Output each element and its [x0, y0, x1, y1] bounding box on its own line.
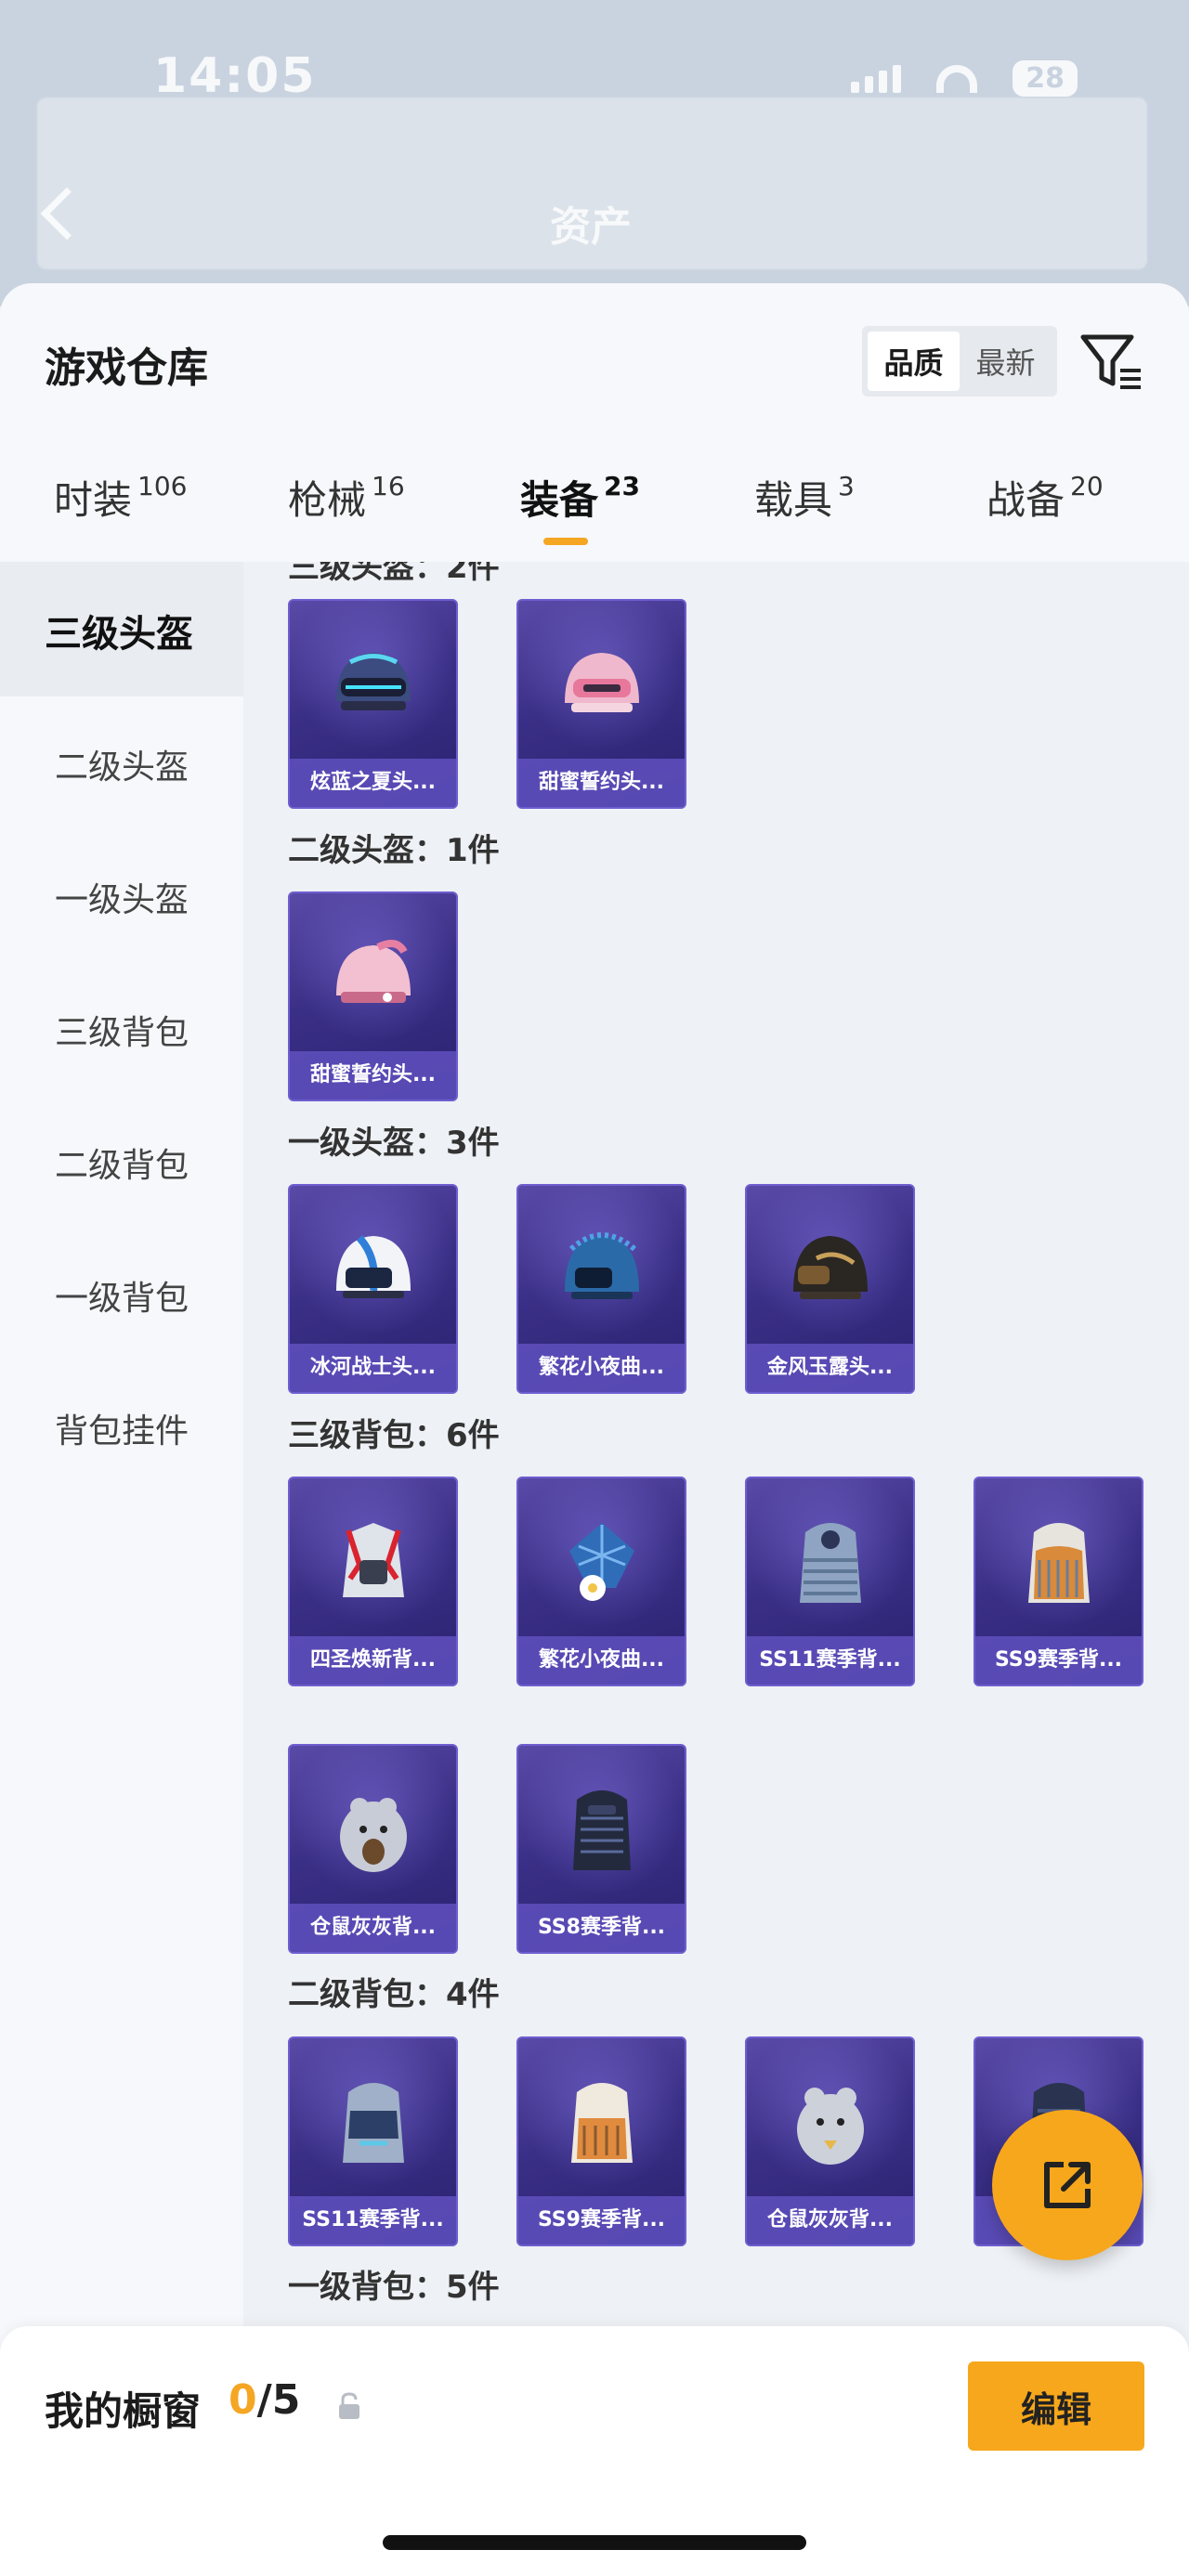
backpack-icon: [796, 2088, 864, 2166]
filter-icon[interactable]: [1079, 332, 1144, 393]
section-header: 三级头盔：2件: [288, 562, 500, 586]
showcase-title: 我的橱窗: [45, 2388, 202, 2434]
sidebar-item-lv3-helmet[interactable]: 三级头盔: [45, 604, 193, 657]
helmet-icon: [564, 653, 639, 713]
item-card[interactable]: 炫蓝之夏头...: [288, 599, 458, 809]
sidebar-item-lv2-helmet[interactable]: 二级头盔: [0, 740, 243, 788]
backpack-icon: [568, 1523, 634, 1602]
item-card[interactable]: SS9赛季背...: [973, 1477, 1143, 1686]
helmet-icon: [335, 1235, 411, 1299]
warehouse-sheet: 游戏仓库 品质 最新 时装 106 枪械 16 装备 23 载具 3 战备 20 三级头盔…: [0, 283, 1189, 2576]
sort-quality-button[interactable]: 品质: [868, 332, 960, 391]
category-tabs: 时装 106 枪械 16 装备 23 载具 3 战备 20: [0, 469, 1189, 562]
sidebar-item-backpack-charm[interactable]: 背包挂件: [0, 1404, 243, 1452]
helmet-icon: [335, 940, 411, 1004]
edit-button[interactable]: 编辑: [968, 2361, 1144, 2451]
battery-icon: 28: [1013, 60, 1078, 97]
item-card[interactable]: 冰河战士头...: [288, 1184, 458, 1394]
warehouse-title: 游戏仓库: [45, 345, 208, 392]
sidebar-item-lv1-helmet[interactable]: 一级头盔: [0, 873, 243, 921]
item-card[interactable]: 甜蜜誓约头...: [288, 891, 458, 1101]
section-header: 一级背包：5件: [288, 2269, 500, 2306]
category-sidebar: [0, 562, 243, 2576]
status-icons: 28: [851, 60, 1078, 97]
helmet-icon: [564, 1232, 639, 1300]
backpack-icon: [342, 2083, 404, 2164]
section-header: 二级背包：4件: [288, 1976, 500, 2013]
item-card[interactable]: 甜蜜誓约头...: [516, 599, 686, 809]
sidebar-item-lv2-backpack[interactable]: 二级背包: [0, 1138, 243, 1187]
tab-supplies[interactable]: 战备 20: [986, 469, 1104, 526]
backpack-icon: [570, 2083, 633, 2164]
helmet-icon: [792, 1236, 868, 1300]
backpack-icon: [1027, 1523, 1090, 1604]
share-button[interactable]: [992, 2110, 1143, 2260]
sidebar-item-lv3-backpack[interactable]: 三级背包: [0, 1006, 243, 1054]
helmet-icon: [335, 653, 411, 711]
status-time: 14:05: [153, 48, 317, 104]
sort-latest-button[interactable]: 最新: [960, 332, 1052, 391]
backpack-icon: [339, 1798, 407, 1873]
item-card[interactable]: 仓鼠灰灰背...: [745, 2036, 915, 2246]
item-card[interactable]: SS11赛季背...: [288, 2036, 458, 2246]
wifi-icon: [936, 64, 978, 93]
item-card[interactable]: SS11赛季背...: [745, 1477, 915, 1686]
item-card[interactable]: 金风玉露头...: [745, 1184, 915, 1394]
backpack-icon: [342, 1523, 404, 1598]
active-tab-indicator: [543, 538, 588, 545]
tab-fashion[interactable]: 时装 106: [54, 469, 187, 526]
section-header: 一级头盔：3件: [288, 1125, 500, 1162]
item-card[interactable]: 繁花小夜曲...: [516, 1184, 686, 1394]
section-header: 二级头盔：1件: [288, 832, 500, 869]
share-icon: [1044, 2162, 1091, 2208]
backpack-icon: [572, 1790, 631, 1871]
sidebar-item-lv1-backpack[interactable]: 一级背包: [0, 1271, 243, 1320]
backpack-icon: [799, 1523, 861, 1604]
item-grid: 三级头盔：2件 炫蓝之夏头... 甜蜜誓约头... 二级头盔：1件 甜蜜誓约头.…: [243, 562, 1189, 2576]
showcase-count: 0/5: [229, 2376, 301, 2424]
item-card[interactable]: SS8赛季背...: [516, 1744, 686, 1954]
signal-icon: [851, 64, 902, 93]
section-header: 三级背包：6件: [288, 1417, 500, 1454]
item-card[interactable]: 繁花小夜曲...: [516, 1477, 686, 1686]
tab-vehicles[interactable]: 载具 3: [754, 469, 855, 526]
item-card[interactable]: 四圣焕新背...: [288, 1477, 458, 1686]
lock-icon: [339, 2392, 359, 2419]
page-title: 资产: [550, 203, 632, 251]
tab-firearms[interactable]: 枪械 16: [288, 469, 405, 526]
home-indicator: [383, 2535, 806, 2550]
sort-toggle: 品质 最新: [862, 326, 1057, 397]
item-card[interactable]: 仓鼠灰灰背...: [288, 1744, 458, 1954]
item-card[interactable]: SS9赛季背...: [516, 2036, 686, 2246]
tab-equipment[interactable]: 装备 23: [520, 469, 640, 526]
